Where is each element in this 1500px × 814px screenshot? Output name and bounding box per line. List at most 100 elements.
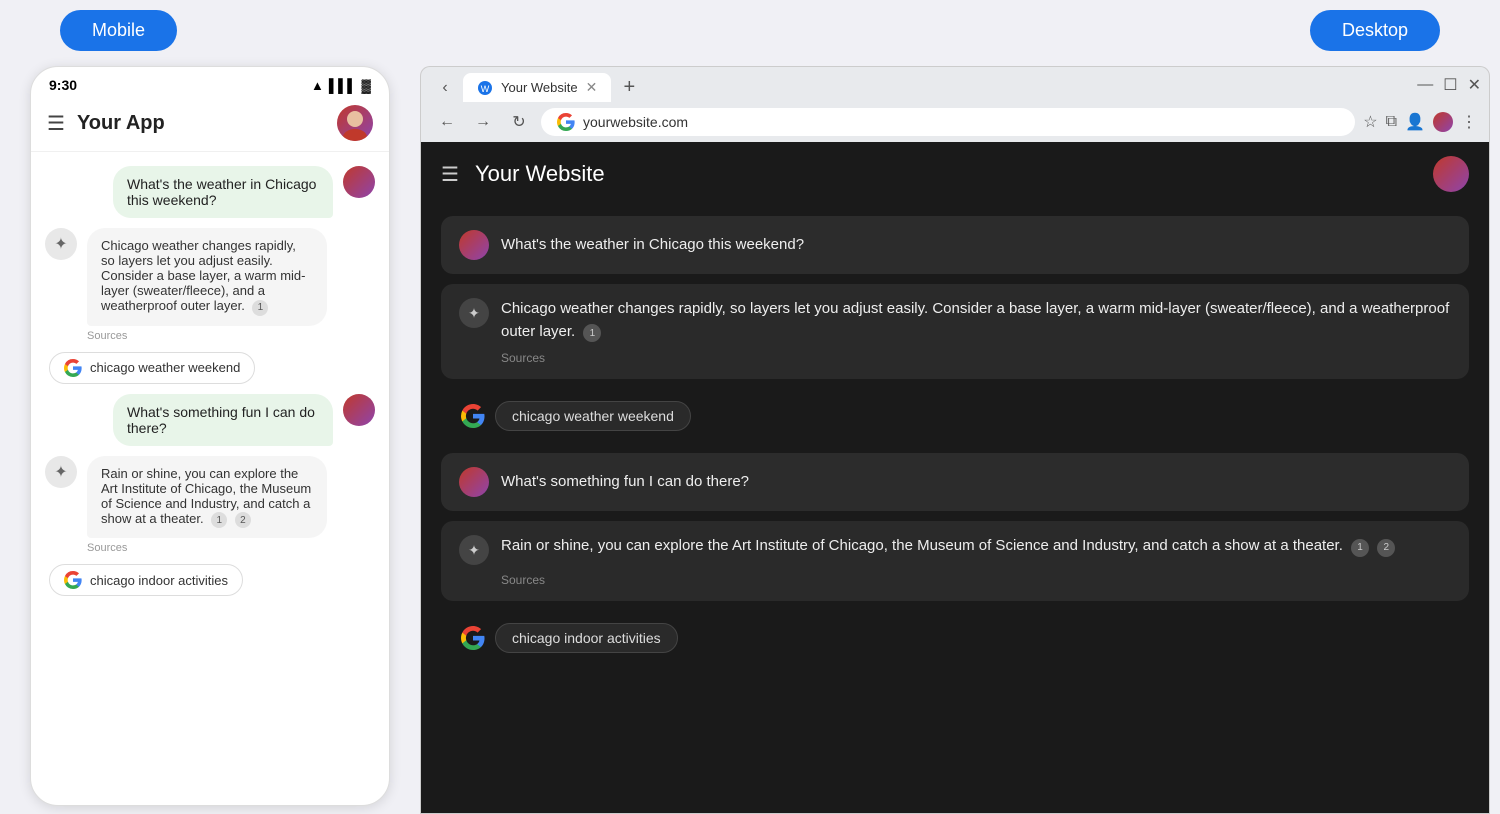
browser-toolbar-right: ☆ ⧉ 👤 ⋮	[1363, 112, 1477, 132]
main-content: 9:30 ▲ ▌▌▌ ▓ ☰ Your App	[0, 61, 1500, 814]
desktop-chip-inner-2[interactable]: chicago indoor activities	[495, 623, 678, 653]
desktop-ai-badge-1: 1	[583, 324, 601, 342]
mobile-ai-msg-2: Rain or shine, you can explore the Art I…	[101, 466, 311, 526]
mobile-user-bubble-1: What's the weather in Chicago this weeke…	[113, 166, 333, 218]
desktop-ai-content-1: ✦ Chicago weather changes rapidly, so la…	[459, 298, 1451, 343]
desktop-button[interactable]: Desktop	[1310, 10, 1440, 51]
mobile-ai-bubble-2: Rain or shine, you can explore the Art I…	[87, 456, 327, 539]
browser-tab-title: Your Website	[501, 80, 578, 95]
address-url: yourwebsite.com	[583, 114, 688, 130]
maximize-button[interactable]: ☐	[1443, 75, 1457, 95]
mobile-chat: What's the weather in Chicago this weeke…	[31, 152, 389, 805]
chat-row: ✦ Chicago weather changes rapidly, so la…	[45, 228, 375, 342]
mobile-ai-badge-2a: 1	[211, 512, 227, 528]
new-tab-button[interactable]: +	[615, 74, 643, 102]
desktop-user-avatar-1	[459, 230, 489, 260]
desktop-ai-badge-2a: 1	[1351, 539, 1369, 557]
forward-button[interactable]: →	[469, 108, 497, 136]
website-title: Your Website	[475, 161, 605, 187]
tab-close-button[interactable]: ✕	[586, 79, 598, 96]
desktop-sources-2: Sources	[501, 573, 1451, 587]
mobile-ai-bubble-1: Chicago weather changes rapidly, so laye…	[87, 228, 327, 326]
desktop-ai-bubble-1: ✦ Chicago weather changes rapidly, so la…	[441, 284, 1469, 379]
mobile-header-left: ☰ Your App	[47, 111, 165, 136]
desktop-ai-bubble-2: ✦ Rain or shine, you can explore the Art…	[441, 521, 1469, 601]
mobile-user-bubble-2: What's something fun I can do there?	[113, 394, 333, 446]
back-button[interactable]: ←	[433, 108, 461, 136]
mobile-status-bar: 9:30 ▲ ▌▌▌ ▓	[31, 67, 389, 97]
desktop-chat: What's the weather in Chicago this weeke…	[421, 206, 1489, 813]
mobile-ai-badge-2b: 2	[235, 512, 251, 528]
desktop-user-msg-1: What's the weather in Chicago this weeke…	[501, 234, 804, 257]
mobile-google-chip-1[interactable]: chicago weather weekend	[49, 352, 255, 384]
browser-tab-bar: ‹ W Your Website ✕ +	[421, 67, 653, 102]
mobile-ai-badge-1: 1	[252, 300, 268, 316]
svg-text:W: W	[481, 84, 490, 94]
chat-row: ✦ Rain or shine, you can explore the Art…	[45, 456, 375, 555]
mobile-ai-avatar-2: ✦	[45, 456, 77, 488]
mobile-panel: 9:30 ▲ ▌▌▌ ▓ ☰ Your App	[30, 66, 390, 806]
desktop-ai-msg-2: Rain or shine, you can explore the Art I…	[501, 535, 1395, 558]
desktop-ai-avatar-2: ✦	[459, 535, 489, 565]
refresh-button[interactable]: ↻	[505, 108, 533, 136]
desktop-user-bubble-2: What's something fun I can do there?	[441, 453, 1469, 511]
mobile-header: ☰ Your App	[31, 97, 389, 152]
website-avatar	[1433, 156, 1469, 192]
desktop-user-msg-2: What's something fun I can do there?	[501, 471, 749, 494]
desktop-panel: ‹ W Your Website ✕ + — ☐ ✕	[420, 66, 1490, 814]
browser-toolbar: ← → ↻ yourwebsite.com ☆ ⧉ 👤	[421, 102, 1489, 142]
mobile-user-msg-2: What's something fun I can do there?	[127, 404, 315, 436]
browser-content: ☰ Your Website What's the weather in Chi…	[420, 142, 1490, 814]
minimize-button[interactable]: —	[1417, 76, 1433, 94]
hamburger-icon[interactable]: ☰	[47, 111, 65, 136]
desktop-ai-msg-1: Chicago weather changes rapidly, so laye…	[501, 298, 1451, 343]
website-hamburger-icon[interactable]: ☰	[441, 162, 459, 187]
mobile-google-chip-2[interactable]: chicago indoor activities	[49, 564, 243, 596]
battery-icon: ▓	[362, 78, 371, 93]
mobile-ai-avatar-1: ✦	[45, 228, 77, 260]
mobile-time: 9:30	[49, 77, 77, 93]
signal-icon: ▌▌▌	[329, 78, 357, 93]
desktop-ai-content-2: ✦ Rain or shine, you can explore the Art…	[459, 535, 1451, 565]
browser-user-avatar[interactable]	[1433, 112, 1453, 132]
tab-dropdown-button[interactable]: ‹	[431, 74, 459, 102]
tab-favicon: W	[477, 80, 493, 96]
desktop-user-bubble-1: What's the weather in Chicago this weeke…	[441, 216, 1469, 274]
desktop-ai-badge-2b: 2	[1377, 539, 1395, 557]
desktop-chip-inner-1[interactable]: chicago weather weekend	[495, 401, 691, 431]
desktop-chip-google-icon-2	[461, 626, 485, 650]
desktop-chip-text-2: chicago indoor activities	[512, 630, 661, 646]
address-google-icon	[557, 113, 575, 131]
top-bar: Mobile Desktop	[0, 0, 1500, 61]
mobile-chip-1-text: chicago weather weekend	[90, 360, 240, 375]
website-header: ☰ Your Website	[421, 142, 1489, 206]
wifi-icon: ▲	[311, 78, 324, 93]
window-controls: — ☐ ✕	[1409, 75, 1489, 95]
bookmark-icon[interactable]: ☆	[1363, 112, 1377, 132]
desktop-google-chip-2: chicago indoor activities	[441, 611, 1469, 665]
desktop-chip-text-1: chicago weather weekend	[512, 408, 674, 424]
mobile-ai-msg-1: Chicago weather changes rapidly, so laye…	[101, 238, 305, 313]
mobile-chip-2-text: chicago indoor activities	[90, 573, 228, 588]
browser-chrome: ‹ W Your Website ✕ + — ☐ ✕	[420, 66, 1490, 142]
mobile-user-msg-1: What's the weather in Chicago this weeke…	[127, 176, 316, 208]
desktop-ai-avatar-1: ✦	[459, 298, 489, 328]
mobile-status-icons: ▲ ▌▌▌ ▓	[311, 78, 371, 93]
desktop-user-avatar-2	[459, 467, 489, 497]
chat-row: What's the weather in Chicago this weeke…	[45, 166, 375, 218]
extensions-icon[interactable]: ⧉	[1386, 113, 1397, 131]
profile-icon[interactable]: 👤	[1405, 112, 1425, 132]
mobile-button[interactable]: Mobile	[60, 10, 177, 51]
mobile-sources-1: Sources	[87, 330, 327, 342]
browser-tab-active[interactable]: W Your Website ✕	[463, 73, 611, 102]
chat-row: What's something fun I can do there?	[45, 394, 375, 446]
mobile-user-avatar-2	[343, 394, 375, 426]
mobile-sources-2: Sources	[87, 542, 327, 554]
address-bar[interactable]: yourwebsite.com	[541, 108, 1355, 136]
mobile-user-avatar-1	[343, 166, 375, 198]
close-window-button[interactable]: ✕	[1468, 75, 1481, 95]
desktop-sources-1: Sources	[501, 351, 1451, 365]
desktop-chip-google-icon-1	[461, 404, 485, 428]
website-header-left: ☰ Your Website	[441, 161, 605, 187]
browser-menu-icon[interactable]: ⋮	[1461, 112, 1477, 132]
